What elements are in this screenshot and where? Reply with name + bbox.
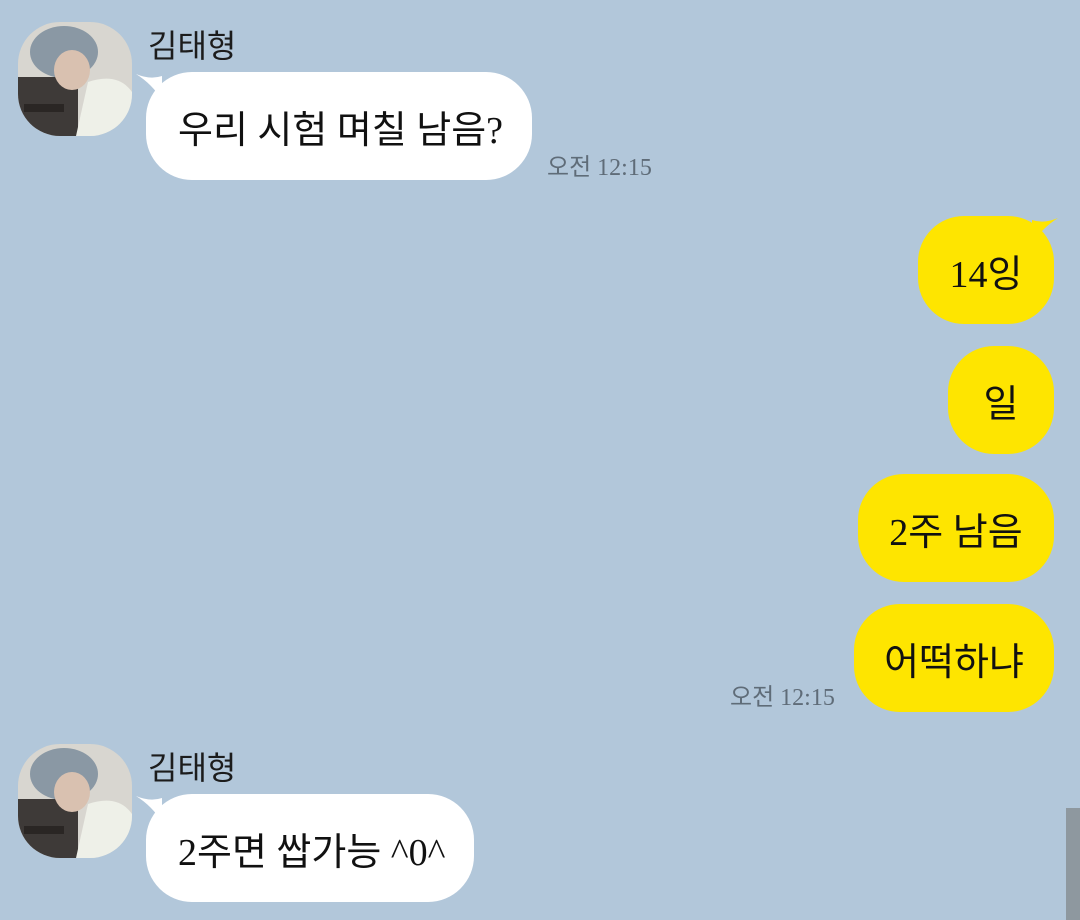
scrollbar-thumb[interactable] — [1066, 808, 1080, 920]
avatar[interactable] — [18, 22, 132, 136]
sender-name: 김태형 — [148, 28, 237, 64]
message-bubble[interactable]: 2주면 쌉가능 ^0^ — [146, 794, 474, 902]
avatar[interactable] — [18, 744, 132, 858]
message-time: 오전 12:15 — [547, 155, 652, 181]
message-time: 오전 12:15 — [730, 685, 835, 711]
message-text: 2주면 쌉가능 ^0^ — [178, 831, 446, 874]
message-text: 우리 시험 며칠 남음? — [178, 109, 504, 152]
message-text: 2주 남음 — [889, 511, 1023, 554]
profile-photo-icon — [18, 22, 132, 136]
profile-photo-icon — [18, 744, 132, 858]
message-text: 어떡하냐 — [884, 641, 1024, 684]
message-text: 14잉 — [949, 253, 1023, 296]
sender-name: 김태형 — [148, 750, 237, 786]
message-bubble-outgoing[interactable]: 2주 남음 — [858, 474, 1054, 582]
message-bubble-outgoing[interactable]: 일 — [948, 346, 1054, 454]
message-bubble[interactable]: 우리 시험 며칠 남음? — [146, 72, 532, 180]
chat-room: 김태형 우리 시험 며칠 남음? 오전 12:15 14잉 일 2주 남음 어떡… — [0, 0, 1080, 920]
message-text: 일 — [983, 383, 1019, 426]
message-bubble-outgoing[interactable]: 어떡하냐 — [854, 604, 1054, 712]
message-bubble-outgoing[interactable]: 14잉 — [918, 216, 1054, 324]
